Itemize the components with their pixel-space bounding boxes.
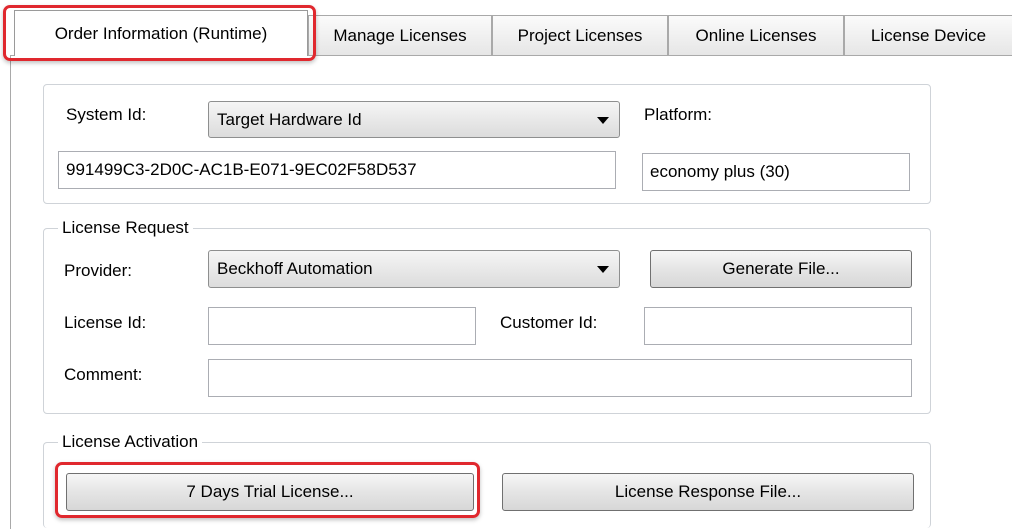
license-activation-group: License Activation 7 Days Trial License.… xyxy=(43,432,931,528)
provider-label: Provider: xyxy=(64,261,133,280)
customer-id-label: Customer Id: xyxy=(500,313,598,332)
tab-label: Online Licenses xyxy=(695,25,817,45)
platform-value: economy plus (30) xyxy=(650,162,790,181)
system-id-field[interactable]: 991499C3-2D0C-AC1B-E071-9EC02F58D537 xyxy=(58,151,616,189)
license-response-file-button[interactable]: License Response File... xyxy=(502,473,914,511)
license-activation-title: License Activation xyxy=(58,432,203,452)
tab-online-licenses[interactable]: Online Licenses xyxy=(668,15,844,55)
tab-license-device[interactable]: License Device xyxy=(844,15,1012,55)
system-id-label: System Id: xyxy=(66,105,147,124)
tab-strip: Order Information (Runtime) Manage Licen… xyxy=(0,0,1012,60)
provider-value: Beckhoff Automation xyxy=(217,259,373,278)
license-request-group: License Request Provider: Beckhoff Autom… xyxy=(43,218,931,414)
system-group: System Id: Target Hardware Id Platform: … xyxy=(43,84,931,204)
license-response-file-label: License Response File... xyxy=(614,482,802,501)
system-id-type-select[interactable]: Target Hardware Id xyxy=(208,101,620,138)
comment-label: Comment: xyxy=(64,365,143,384)
tab-label: Manage Licenses xyxy=(333,25,467,45)
system-id-value: 991499C3-2D0C-AC1B-E071-9EC02F58D537 xyxy=(66,160,417,179)
tab-label: Project Licenses xyxy=(517,25,643,45)
license-request-title: License Request xyxy=(58,218,193,238)
tab-page: System Id: Target Hardware Id Platform: … xyxy=(10,55,1012,529)
tab-label: Order Information (Runtime) xyxy=(54,23,268,43)
provider-select[interactable]: Beckhoff Automation xyxy=(208,250,620,288)
generate-file-button[interactable]: Generate File... xyxy=(650,250,912,288)
trial-license-label: 7 Days Trial License... xyxy=(186,482,354,501)
generate-file-label: Generate File... xyxy=(722,259,840,278)
chevron-down-icon xyxy=(597,266,609,273)
tab-order-information[interactable]: Order Information (Runtime) xyxy=(14,10,308,56)
chevron-down-icon xyxy=(597,117,609,124)
tab-manage-licenses[interactable]: Manage Licenses xyxy=(308,15,492,55)
comment-field[interactable] xyxy=(208,359,912,397)
license-id-label: License Id: xyxy=(64,313,147,332)
license-id-field[interactable] xyxy=(208,307,476,345)
platform-field[interactable]: economy plus (30) xyxy=(642,153,910,191)
tab-project-licenses[interactable]: Project Licenses xyxy=(492,15,668,55)
platform-label: Platform: xyxy=(644,105,713,124)
customer-id-field[interactable] xyxy=(644,307,912,345)
trial-license-button[interactable]: 7 Days Trial License... xyxy=(66,473,474,511)
system-id-type-value: Target Hardware Id xyxy=(217,109,362,129)
tab-label: License Device xyxy=(870,25,987,45)
